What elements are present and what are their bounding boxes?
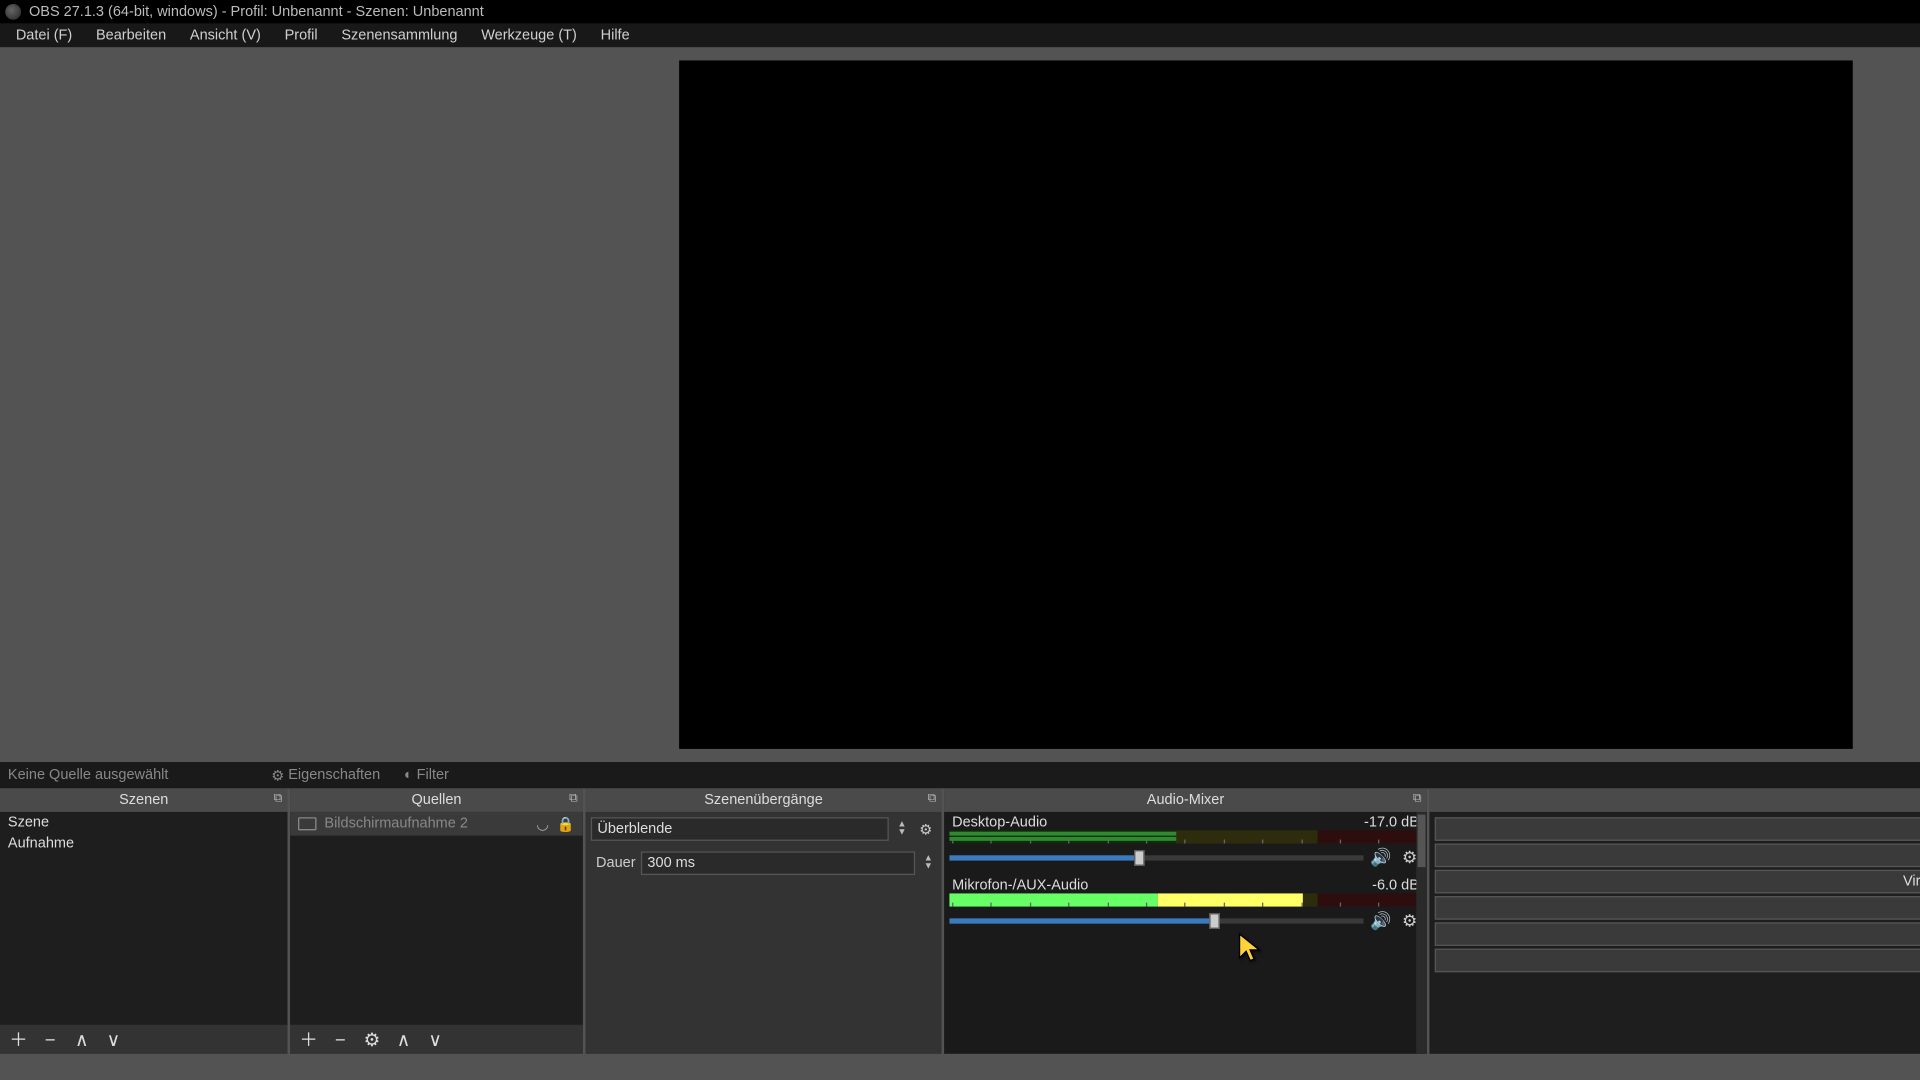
no-source-label: Keine Quelle ausgewählt [8,767,168,783]
start-stream-button[interactable]: Stream starten [1435,817,1920,841]
remove-scene-button[interactable]: − [40,1029,61,1050]
transitions-title[interactable]: Szenenübergänge ⧉ [585,788,941,812]
channel-db: -17.0 dB [1364,815,1419,831]
scenes-title[interactable]: Szenen ⧉ [0,788,287,812]
menu-scene-collection[interactable]: Szenensammlung [331,25,468,46]
sources-dock: Quellen ⧉ Bildschirmaufnahme 2 ◡ 🔒 ＋ − ⚙… [290,788,583,1053]
transition-settings-button[interactable]: ⚙ [915,819,936,840]
scene-up-button[interactable]: ∧ [71,1028,92,1050]
channel-name: Desktop-Audio [952,815,1047,831]
popout-icon[interactable]: ⧉ [1413,791,1421,805]
properties-button[interactable]: ⚙ Eigenschaften [263,765,388,785]
start-virtual-cam-button[interactable]: Virtuelle Kamera starten [1435,870,1920,894]
volume-slider[interactable] [949,855,1363,860]
source-item[interactable]: Bildschirmaufnahme 2 ◡ 🔒 [290,812,583,836]
mute-button[interactable]: 🔊 [1369,846,1393,870]
source-down-button[interactable]: ∨ [425,1028,446,1050]
audio-mixer-title[interactable]: Audio-Mixer ⧉ [944,788,1427,812]
menu-view[interactable]: Ansicht (V) [179,25,271,46]
scene-item[interactable]: Aufnahme [0,833,287,854]
start-recording-button[interactable]: Aufnahme starten [1435,844,1920,868]
status-bar: LIVE: 00:00:00 REC: 00:00:00 CPU: 1.0%, … [0,1054,1920,1080]
source-context-bar: Keine Quelle ausgewählt ⚙ Eigenschaften … [0,762,1920,788]
app-icon [5,4,21,20]
titlebar: OBS 27.1.3 (64-bit, windows) - Profil: U… [0,0,1920,24]
channel-db: -6.0 dB [1372,878,1419,894]
remove-source-button[interactable]: − [330,1029,351,1050]
audio-meter [949,893,1421,906]
audio-meter [949,830,1421,843]
menu-edit[interactable]: Bearbeiten [85,25,176,46]
studio-mode-button[interactable]: Studio-Modus [1435,896,1920,920]
popout-icon[interactable]: ⧉ [569,791,577,805]
filter-button[interactable]: ◐ Filter [396,766,457,784]
lock-icon[interactable]: 🔒 [557,815,575,832]
slider-handle[interactable] [1135,850,1146,866]
mixer-channel: Mikrofon-/AUX-Audio -6.0 dB 🔊 [949,878,1421,933]
transitions-dock: Szenenübergänge ⧉ Überblende ▲▼ ⚙ Dauer … [585,788,941,1053]
menu-file[interactable]: Datei (F) [5,25,83,46]
menubar: Datei (F) Bearbeiten Ansicht (V) Profil … [0,24,1920,48]
scene-item[interactable]: Szene [0,812,287,833]
menu-tools[interactable]: Werkzeuge (T) [471,25,588,46]
menu-profile[interactable]: Profil [274,25,328,46]
preview-area [0,47,1920,762]
slider-handle[interactable] [1209,913,1220,929]
visibility-toggle-icon[interactable]: ◡ [536,815,549,832]
menu-help[interactable]: Hilfe [590,25,640,46]
filter-icon: ◐ [404,767,413,783]
source-up-button[interactable]: ∧ [393,1028,414,1050]
add-source-button[interactable]: ＋ [298,1026,319,1052]
preview-canvas[interactable] [679,60,1853,748]
popout-icon[interactable]: ⧉ [274,791,282,805]
mute-button[interactable]: 🔊 [1369,909,1393,933]
source-settings-button[interactable]: ⚙ [361,1028,382,1050]
window-title: OBS 27.1.3 (64-bit, windows) - Profil: U… [29,4,1920,20]
channel-name: Mikrofon-/AUX-Audio [952,878,1088,894]
duration-label: Dauer [591,855,636,871]
add-scene-button[interactable]: ＋ [8,1026,29,1052]
audio-mixer-dock: Audio-Mixer ⧉ Desktop-Audio -17.0 dB [944,788,1427,1053]
scene-down-button[interactable]: ∨ [103,1028,124,1050]
scenes-dock: Szenen ⧉ Szene Aufnahme ＋ − ∧ ∨ [0,788,287,1053]
popout-icon[interactable]: ⧉ [928,791,936,805]
volume-slider[interactable] [949,918,1363,923]
controls-dock: Steuerung ⧉ Stream starten Aufnahme star… [1429,788,1920,1053]
mixer-scrollbar[interactable] [1416,812,1427,1054]
display-capture-icon [298,817,316,830]
controls-title[interactable]: Steuerung ⧉ [1429,788,1920,812]
gear-icon: ⚙ [271,767,284,784]
transition-select[interactable]: Überblende [591,817,889,841]
transition-spinner[interactable]: ▲▼ [894,821,910,837]
sources-title[interactable]: Quellen ⧉ [290,788,583,812]
properties-label: Eigenschaften [288,767,380,783]
exit-button[interactable]: Beenden [1435,949,1920,973]
settings-button[interactable]: Einstellungen [1435,922,1920,946]
duration-spinner[interactable]: ▲▼ [920,855,936,871]
mixer-channel: Desktop-Audio -17.0 dB 🔊 ⚙ [949,815,1421,870]
duration-input[interactable]: 300 ms [641,851,915,875]
filter-label: Filter [417,767,449,783]
source-name: Bildschirmaufnahme 2 [324,816,468,832]
